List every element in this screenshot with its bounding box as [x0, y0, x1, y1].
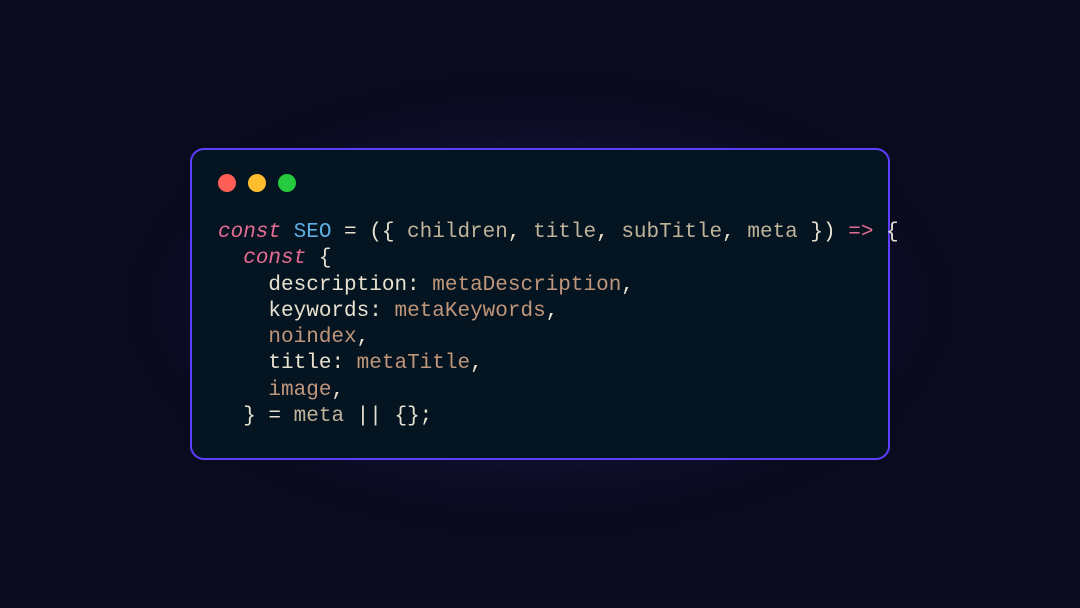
- param: title: [533, 221, 596, 244]
- traffic-lights: [218, 174, 862, 192]
- param: subTitle: [621, 221, 722, 244]
- keyword-const: const: [243, 247, 306, 270]
- param: children: [407, 221, 508, 244]
- prop-val: metaKeywords: [394, 300, 545, 323]
- code-window: const SEO = ({ children, title, subTitle…: [190, 148, 890, 460]
- indent: [218, 326, 268, 349]
- comma: ,: [470, 352, 483, 375]
- brace: {: [873, 221, 898, 244]
- brace: {: [306, 247, 331, 270]
- indent: [218, 379, 268, 402]
- code-window-glow: const SEO = ({ children, title, subTitle…: [190, 148, 890, 460]
- token: = ({: [344, 221, 407, 244]
- comma: ,: [546, 300, 559, 323]
- indent: [218, 247, 243, 270]
- prop-key: title: [268, 352, 331, 375]
- prop-key: description: [268, 274, 407, 297]
- close-icon[interactable]: [218, 174, 236, 192]
- prop-key: image: [268, 379, 331, 402]
- comma: ,: [331, 379, 344, 402]
- comma: ,: [508, 221, 533, 244]
- comma: ,: [357, 326, 370, 349]
- colon: :: [407, 274, 432, 297]
- indent: [218, 300, 268, 323]
- indent: [218, 274, 268, 297]
- code-block: const SEO = ({ children, title, subTitle…: [218, 220, 862, 430]
- prop-key: keywords: [268, 300, 369, 323]
- colon: :: [331, 352, 356, 375]
- or-expr: || {};: [344, 405, 432, 428]
- minimize-icon[interactable]: [248, 174, 266, 192]
- colon: :: [369, 300, 394, 323]
- function-name: SEO: [281, 221, 344, 244]
- param: meta: [747, 221, 797, 244]
- maximize-icon[interactable]: [278, 174, 296, 192]
- comma: ,: [722, 221, 747, 244]
- prop-val: metaTitle: [357, 352, 470, 375]
- keyword-const: const: [218, 221, 281, 244]
- prop-key: noindex: [268, 326, 356, 349]
- token: }): [798, 221, 848, 244]
- arrow: =>: [848, 221, 873, 244]
- comma: ,: [621, 274, 634, 297]
- comma: ,: [596, 221, 621, 244]
- variable: meta: [294, 405, 344, 428]
- prop-val: metaDescription: [432, 274, 621, 297]
- brace-close: } =: [243, 405, 293, 428]
- indent: [218, 352, 268, 375]
- indent: [218, 405, 243, 428]
